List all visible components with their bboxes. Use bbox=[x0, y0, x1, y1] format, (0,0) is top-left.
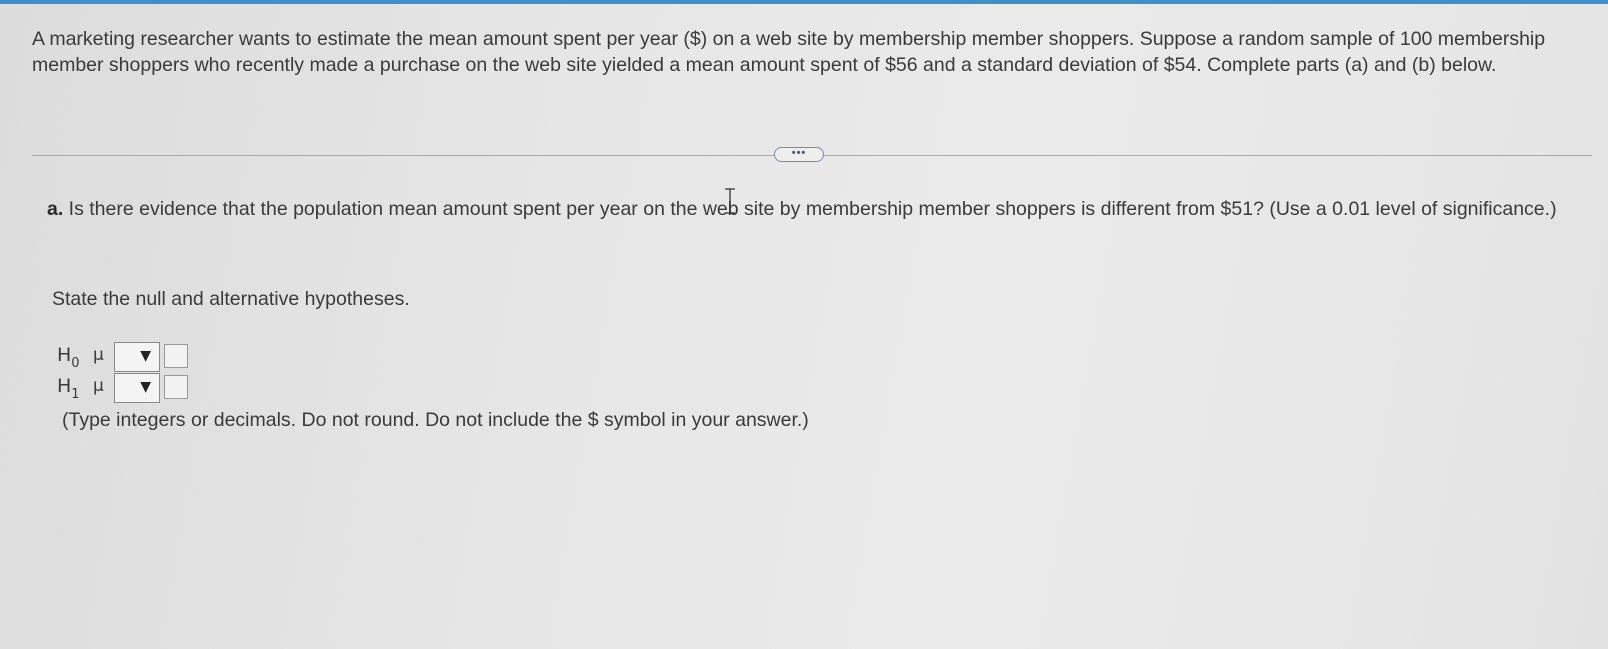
chevron-down-icon: ▼ bbox=[140, 379, 151, 395]
part-a-question-text: Is there evidence that the population me… bbox=[63, 198, 1557, 220]
chevron-down-icon: ▼ bbox=[140, 348, 151, 364]
hypotheses-instruction: State the null and alternative hypothese… bbox=[52, 288, 410, 310]
part-a-question: a. Is there evidence that the population… bbox=[47, 196, 1567, 223]
null-operator-dropdown[interactable]: ▼ bbox=[114, 342, 160, 372]
alternative-mu-symbol: μ bbox=[93, 376, 104, 396]
null-mu-symbol: μ bbox=[93, 345, 104, 365]
problem-statement: A marketing researcher wants to estimate… bbox=[32, 28, 1546, 76]
null-value-input[interactable] bbox=[164, 344, 188, 368]
text-cursor-icon bbox=[725, 188, 735, 214]
expand-more-button[interactable]: ••• bbox=[774, 147, 824, 162]
alternative-hypothesis-symbol: H1 bbox=[57, 375, 80, 402]
null-hypothesis-symbol: H0 bbox=[57, 344, 80, 371]
part-a-label: a. bbox=[47, 198, 64, 220]
alternative-operator-dropdown[interactable]: ▼ bbox=[114, 373, 160, 403]
alternative-value-input[interactable] bbox=[164, 375, 188, 399]
answer-format-note: (Type integers or decimals. Do not round… bbox=[62, 409, 809, 431]
top-accent-bar bbox=[0, 0, 1608, 4]
